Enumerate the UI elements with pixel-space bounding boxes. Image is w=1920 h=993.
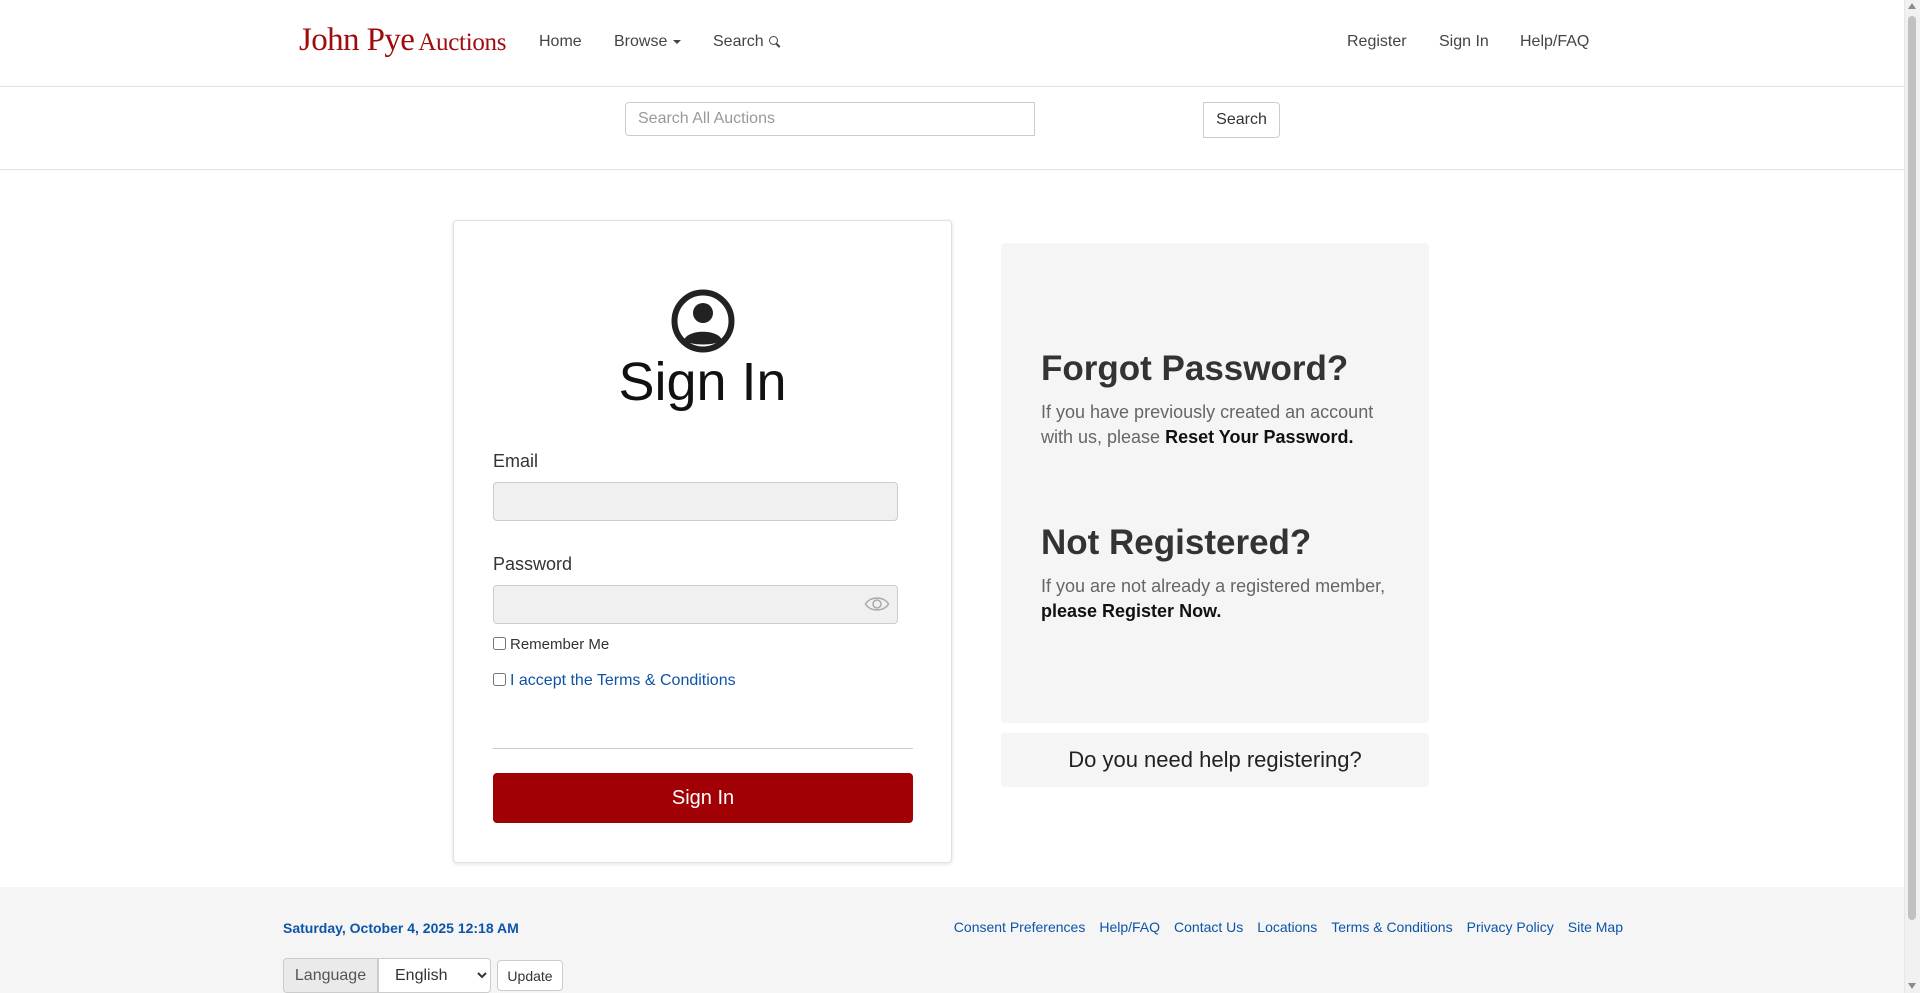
brand-name-primary: John Pye bbox=[299, 22, 415, 58]
password-label: Password bbox=[493, 554, 573, 574]
nav-browse-label: Browse bbox=[614, 33, 668, 50]
help-registering-box[interactable]: Do you need help registering? bbox=[1001, 733, 1429, 787]
footer-link-contact[interactable]: Contact Us bbox=[1174, 919, 1243, 935]
nav-home[interactable]: Home bbox=[539, 33, 582, 51]
scroll-down-icon[interactable] bbox=[1908, 983, 1916, 989]
sign-in-button[interactable]: Sign In bbox=[493, 773, 913, 823]
search-icon bbox=[768, 36, 778, 46]
language-select[interactable]: English bbox=[378, 958, 491, 993]
language-label: Language bbox=[283, 958, 378, 993]
footer-link-terms[interactable]: Terms & Conditions bbox=[1331, 919, 1452, 935]
reset-password-link[interactable]: Reset Your Password. bbox=[1165, 427, 1353, 447]
footer-link-privacy[interactable]: Privacy Policy bbox=[1467, 919, 1554, 935]
footer: Saturday, October 4, 2025 12:18 AM Conse… bbox=[0, 887, 1905, 993]
register-now-link[interactable]: please Register Now. bbox=[1041, 601, 1221, 621]
nav-register[interactable]: Register bbox=[1347, 33, 1407, 51]
terms-checkbox[interactable] bbox=[493, 672, 506, 686]
remember-me-label: Remember Me bbox=[510, 636, 610, 653]
nav-help[interactable]: Help/FAQ bbox=[1520, 33, 1589, 51]
terms-link[interactable]: I accept the Terms & Conditions bbox=[510, 672, 736, 689]
nav-browse[interactable]: Browse bbox=[614, 33, 682, 51]
signin-title: Sign In bbox=[618, 352, 787, 412]
eye-icon[interactable] bbox=[864, 594, 890, 614]
nav-search[interactable]: Search bbox=[713, 33, 778, 51]
navbar: John Pye Auctions Home Browse Search Regi… bbox=[0, 0, 1905, 87]
not-registered-copy: If you are not already a registered memb… bbox=[1041, 576, 1386, 596]
scrollbar-thumb[interactable] bbox=[1908, 16, 1916, 920]
not-registered-text: If you are not already a registered memb… bbox=[1041, 574, 1401, 624]
nav-sign-in[interactable]: Sign In bbox=[1439, 33, 1489, 51]
search-input[interactable] bbox=[625, 102, 1035, 136]
footer-links: Consent Preferences Help/FAQ Contact Us Loc… bbox=[940, 919, 1623, 935]
footer-date: Saturday, October 4, 2025 12:18 AM bbox=[283, 920, 519, 936]
search-button[interactable]: Search bbox=[1203, 102, 1280, 138]
brand-logo[interactable]: John Pye Auctions bbox=[299, 22, 506, 59]
terms-row: I accept the Terms & Conditions bbox=[493, 672, 736, 690]
brand-name-secondary: Auctions bbox=[418, 29, 507, 56]
footer-link-sitemap[interactable]: Site Map bbox=[1568, 919, 1623, 935]
email-label: Email bbox=[493, 451, 539, 471]
remember-me-checkbox[interactable] bbox=[493, 636, 506, 650]
not-registered-heading: Not Registered? bbox=[1041, 523, 1312, 562]
page: John Pye Auctions Home Browse Search Regi… bbox=[0, 0, 1905, 993]
signin-card: Sign In Email Password Remember Me I acc… bbox=[453, 220, 952, 863]
email-field[interactable] bbox=[493, 482, 898, 521]
scrollbar[interactable] bbox=[1904, 0, 1920, 993]
password-field[interactable] bbox=[493, 585, 898, 624]
footer-link-locations[interactable]: Locations bbox=[1257, 919, 1317, 935]
nav-search-label: Search bbox=[713, 33, 764, 50]
info-panel: Forgot Password? If you have previously … bbox=[1001, 243, 1429, 723]
caret-down-icon bbox=[673, 39, 682, 44]
search-band: Search bbox=[0, 87, 1905, 170]
remember-me-row: Remember Me bbox=[493, 636, 609, 653]
update-button[interactable]: Update bbox=[497, 960, 563, 991]
user-circle-icon bbox=[671, 289, 735, 353]
forgot-password-text: If you have previously created an accoun… bbox=[1041, 400, 1401, 450]
forgot-password-heading: Forgot Password? bbox=[1041, 349, 1349, 388]
footer-link-consent[interactable]: Consent Preferences bbox=[954, 919, 1086, 935]
divider bbox=[493, 748, 913, 749]
footer-link-help[interactable]: Help/FAQ bbox=[1099, 919, 1160, 935]
scroll-up-icon[interactable] bbox=[1908, 3, 1916, 9]
